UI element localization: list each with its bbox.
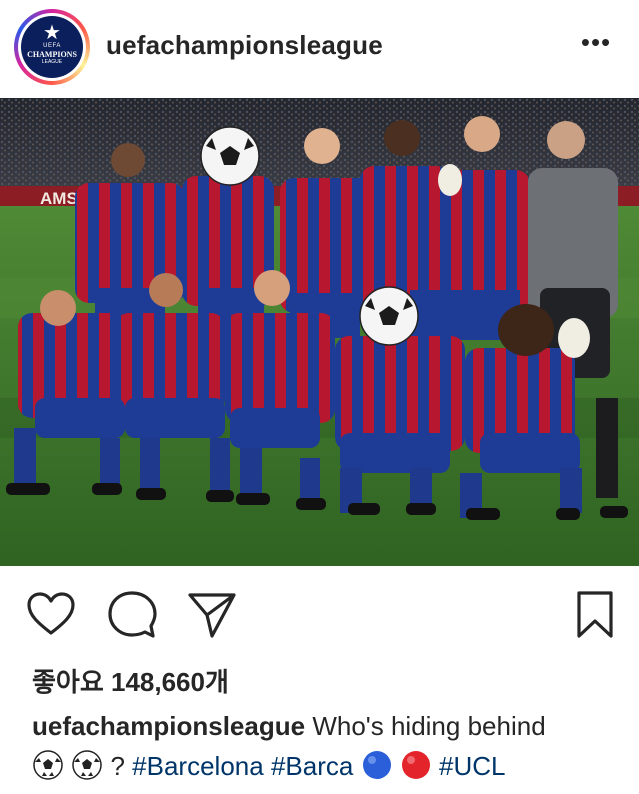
post-actions bbox=[0, 580, 639, 640]
bookmark-icon[interactable] bbox=[570, 590, 620, 640]
post-username[interactable]: uefachampionsleague bbox=[106, 30, 383, 61]
heart-icon[interactable] bbox=[26, 590, 76, 640]
comment-icon[interactable] bbox=[107, 590, 157, 640]
logo-league-text: LEAGUE bbox=[41, 59, 63, 65]
avatar[interactable]: ★ UEFA CHAMPIONS LEAGUE bbox=[14, 9, 90, 85]
share-icon[interactable] bbox=[187, 590, 237, 640]
likes-count[interactable]: 좋아요 148,660개 bbox=[32, 662, 229, 699]
soccer-ball-emoji-icon-2 bbox=[71, 749, 103, 781]
hashtag-ucl[interactable]: #UCL bbox=[439, 751, 505, 781]
soccer-ball-emoji-icon bbox=[32, 749, 64, 781]
caption-text: Who's hiding behind bbox=[312, 711, 546, 741]
caption-question: ? bbox=[110, 751, 125, 781]
logo-champions-text: CHAMPIONS bbox=[27, 50, 77, 59]
more-options-button[interactable]: ••• bbox=[578, 29, 614, 58]
logo-uefa-text: UEFA bbox=[43, 43, 61, 49]
football-front-row bbox=[359, 286, 419, 346]
blue-circle-emoji-icon bbox=[361, 749, 393, 781]
caption-username[interactable]: uefachampionsleague bbox=[32, 711, 305, 741]
post-photo[interactable]: AMST bbox=[0, 98, 639, 566]
post-header: ★ UEFA CHAMPIONS LEAGUE uefachampionslea… bbox=[0, 0, 639, 96]
post-caption: uefachampionsleague Who's hiding behind … bbox=[32, 706, 622, 786]
red-circle-emoji-icon bbox=[400, 749, 432, 781]
hashtag-barcelona[interactable]: #Barcelona bbox=[132, 751, 264, 781]
football-back-row bbox=[200, 126, 260, 186]
hashtag-barca[interactable]: #Barca bbox=[271, 751, 353, 781]
starball-icon: ★ bbox=[43, 22, 61, 44]
champions-league-logo: ★ UEFA CHAMPIONS LEAGUE bbox=[21, 16, 83, 78]
